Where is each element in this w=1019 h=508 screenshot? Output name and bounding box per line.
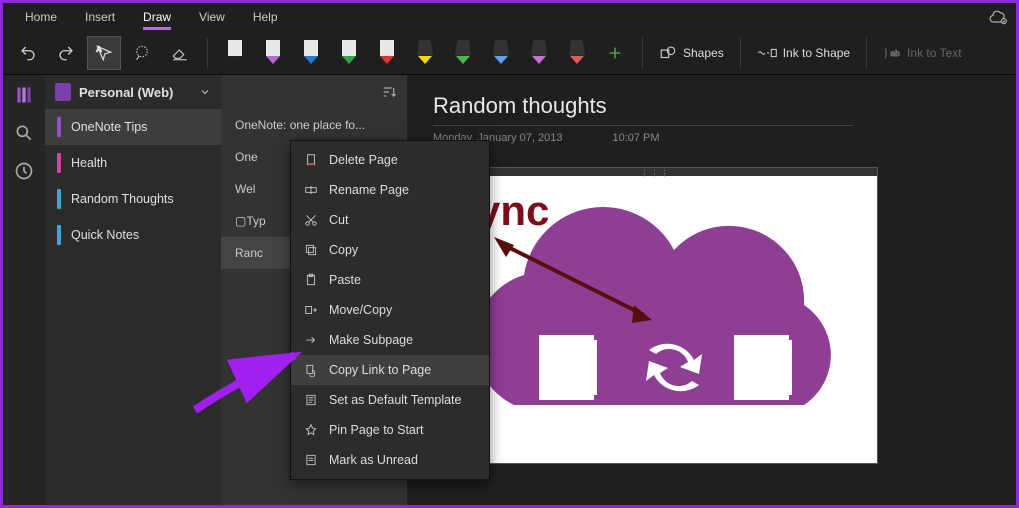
ink-to-text-label: Ink to Text: [907, 46, 961, 60]
pen-purple[interactable]: [256, 36, 290, 70]
pen-blue[interactable]: [294, 36, 328, 70]
sync-status-icon[interactable]: [988, 7, 1008, 27]
notebook-name: Personal (Web): [79, 85, 191, 100]
link-icon: [303, 362, 319, 378]
section-label: Quick Notes: [71, 228, 139, 242]
separator: [740, 38, 741, 68]
ctx-label: Make Subpage: [329, 333, 413, 347]
section-label: Health: [71, 156, 107, 170]
sort-icon[interactable]: [381, 84, 397, 100]
page-item[interactable]: OneNote: one place fo...: [221, 109, 407, 141]
drag-handle-icon[interactable]: ⋮⋮⋮: [641, 169, 671, 178]
menu-home[interactable]: Home: [11, 6, 71, 28]
ctx-label: Paste: [329, 273, 361, 287]
pen-green[interactable]: [332, 36, 366, 70]
ctx-label: Copy: [329, 243, 358, 257]
subpage-icon: [303, 332, 319, 348]
sync-cloud-image: Sync: [434, 175, 879, 465]
notebook-icon: [55, 83, 71, 101]
section-quick-notes[interactable]: Quick Notes: [45, 217, 221, 253]
ctx-copy-link-to-page[interactable]: Copy Link to Page: [291, 355, 489, 385]
recent-icon[interactable]: [14, 161, 34, 181]
app-window: Home Insert Draw View Help A Shapes: [3, 3, 1016, 505]
ctx-label: Copy Link to Page: [329, 363, 431, 377]
page-content[interactable]: Random thoughts Monday, January 07, 2013…: [407, 75, 1016, 505]
menu-draw[interactable]: Draw: [129, 6, 185, 28]
ctx-label: Move/Copy: [329, 303, 392, 317]
ctx-set-default-template[interactable]: Set as Default Template: [291, 385, 489, 415]
ctx-paste[interactable]: Paste: [291, 265, 489, 295]
ctx-label: Cut: [329, 213, 348, 227]
highlighter-red[interactable]: [560, 36, 594, 70]
section-label: Random Thoughts: [71, 192, 174, 206]
ink-to-shape-button[interactable]: Ink to Shape: [751, 45, 856, 61]
delete-icon: [303, 152, 319, 168]
ctx-rename-page[interactable]: Rename Page: [291, 175, 489, 205]
ribbon: A Shapes Ink to Shape ab Ink to Text: [3, 31, 1016, 75]
ctx-mark-unread[interactable]: Mark as Unread: [291, 445, 489, 475]
ctx-move-copy[interactable]: Move/Copy: [291, 295, 489, 325]
ctx-make-subpage[interactable]: Make Subpage: [291, 325, 489, 355]
highlighter-yellow[interactable]: [408, 36, 442, 70]
ctx-copy[interactable]: Copy: [291, 235, 489, 265]
eraser-tool[interactable]: [163, 36, 197, 70]
highlighter-blue[interactable]: [484, 36, 518, 70]
separator: [207, 38, 208, 68]
ctx-label: Delete Page: [329, 153, 398, 167]
shapes-button[interactable]: Shapes: [653, 44, 730, 62]
svg-text:A: A: [97, 44, 102, 53]
pin-icon: [303, 422, 319, 438]
move-icon: [303, 302, 319, 318]
cut-icon: [303, 212, 319, 228]
menu-help[interactable]: Help: [239, 6, 292, 28]
unread-icon: [303, 452, 319, 468]
template-icon: [303, 392, 319, 408]
ctx-label: Mark as Unread: [329, 453, 418, 467]
notebook-header[interactable]: Personal (Web): [45, 75, 221, 109]
section-random-thoughts[interactable]: Random Thoughts: [45, 181, 221, 217]
highlighter-purple[interactable]: [522, 36, 556, 70]
menu-view[interactable]: View: [185, 6, 239, 28]
menu-insert[interactable]: Insert: [71, 6, 129, 28]
ctx-pin-to-start[interactable]: Pin Page to Start: [291, 415, 489, 445]
search-icon[interactable]: [14, 123, 34, 143]
ctx-cut[interactable]: Cut: [291, 205, 489, 235]
highlighter-green[interactable]: [446, 36, 480, 70]
separator: [866, 38, 867, 68]
ctx-label: Set as Default Template: [329, 393, 461, 407]
section-onenote-tips[interactable]: OneNote Tips: [45, 109, 221, 145]
redo-button[interactable]: [49, 36, 83, 70]
pen-black[interactable]: [218, 36, 252, 70]
text-select-tool[interactable]: A: [87, 36, 121, 70]
add-pen-button[interactable]: [598, 36, 632, 70]
section-list: Personal (Web) OneNote Tips Health Rando…: [45, 75, 221, 505]
chevron-down-icon: [199, 86, 211, 98]
image-container[interactable]: ⋮⋮⋮ Sync: [433, 174, 878, 464]
page-context-menu: Delete Page Rename Page Cut Copy Paste M…: [290, 140, 490, 480]
rename-icon: [303, 182, 319, 198]
main-area: Personal (Web) OneNote Tips Health Rando…: [3, 75, 1016, 505]
ink-to-text-button: ab Ink to Text: [877, 45, 967, 61]
ctx-label: Pin Page to Start: [329, 423, 424, 437]
undo-button[interactable]: [11, 36, 45, 70]
svg-text:ab: ab: [891, 49, 901, 58]
section-label: OneNote Tips: [71, 120, 147, 134]
page-title[interactable]: Random thoughts: [433, 93, 853, 126]
page-time: 10:07 PM: [612, 132, 659, 144]
pen-red[interactable]: [370, 36, 404, 70]
ctx-delete-page[interactable]: Delete Page: [291, 145, 489, 175]
ink-to-shape-label: Ink to Shape: [783, 46, 850, 60]
nav-rail: [3, 75, 45, 505]
page-list-header: [221, 75, 407, 109]
section-health[interactable]: Health: [45, 145, 221, 181]
menubar: Home Insert Draw View Help: [3, 3, 1016, 31]
copy-icon: [303, 242, 319, 258]
notebooks-icon[interactable]: [14, 85, 34, 105]
lasso-tool[interactable]: [125, 36, 159, 70]
shapes-label: Shapes: [683, 46, 724, 60]
separator: [642, 38, 643, 68]
page-meta: Monday, January 07, 2013 10:07 PM: [433, 132, 990, 144]
ctx-label: Rename Page: [329, 183, 409, 197]
paste-icon: [303, 272, 319, 288]
